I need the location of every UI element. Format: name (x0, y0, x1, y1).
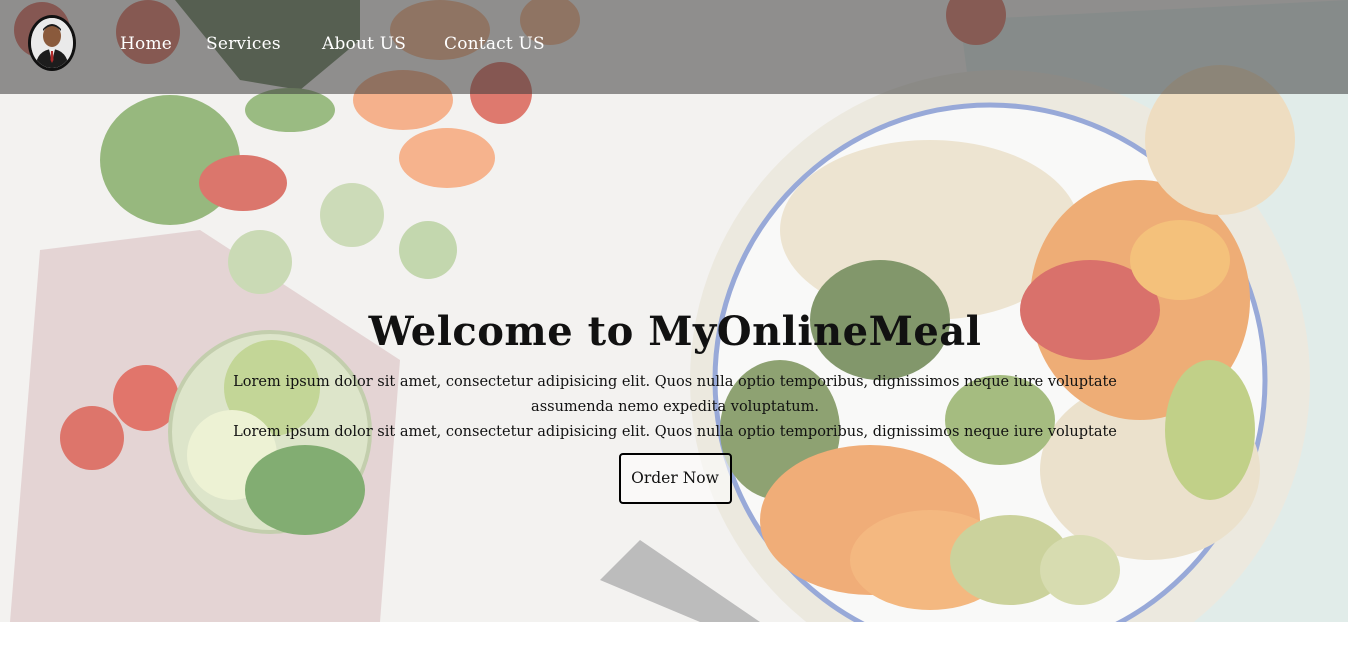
hero-description-paragraph-1: Lorem ipsum dolor sit amet, consectetur … (233, 374, 1117, 415)
nav-link-home[interactable]: Home (120, 34, 172, 54)
nav-link-contact-us[interactable]: Contact US (444, 34, 545, 54)
hero-title: Welcome to MyOnlineMeal (368, 308, 982, 355)
nav-link-about-us[interactable]: About US (322, 34, 406, 54)
profile-avatar-logo[interactable] (28, 15, 76, 71)
nav-link-services[interactable]: Services (206, 34, 281, 54)
top-navbar: Home Services About US Contact US (0, 0, 1348, 94)
hero-description-paragraph-2: Lorem ipsum dolor sit amet, consectetur … (233, 424, 1117, 440)
order-now-button[interactable]: Order Now (618, 453, 732, 504)
hero-content: Welcome to MyOnlineMeal Lorem ipsum dolo… (200, 304, 1150, 504)
avatar-icon (31, 18, 73, 68)
hero-description: Lorem ipsum dolor sit amet, consectetur … (200, 370, 1150, 445)
